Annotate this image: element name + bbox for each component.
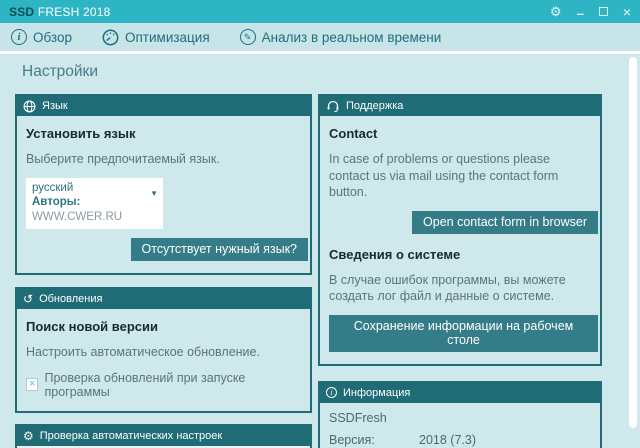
save-info-desktop-button[interactable]: Сохранение информации на рабочем столе [329,315,598,352]
vertical-scrollbar-thumb[interactable] [629,57,637,428]
app-brand: SSD [9,5,34,19]
version-label: Версия: [329,434,419,447]
language-dropdown-value: русский [32,181,145,196]
contact-text: In case of problems or questions please … [329,151,591,201]
support-panel: Поддержка Contact In case of problems or… [318,94,602,366]
pencil-circle-icon: ✎ [240,29,256,45]
language-description: Выберите предпочитаемый язык. [26,151,301,168]
system-info-text: В случае ошибок программы, вы можете соз… [329,272,591,305]
information-panel-title: Информация [343,387,410,399]
set-language-heading: Установить язык [26,126,301,141]
menu-label-realtime: Анализ в реальном времени [262,30,442,45]
headset-icon [326,99,340,113]
menu-label-overview: Обзор [33,30,72,45]
update-checkbox[interactable]: × [26,378,38,391]
updates-panel-title: Обновления [39,293,102,305]
maximize-button[interactable] [599,7,608,16]
menu-label-optimization: Оптимизация [125,30,210,45]
refresh-icon: ↺ [23,293,33,305]
window-controls: ⚙ – × [550,5,631,18]
menubar: i Обзор Оптимизация ✎ Анализ в реальном … [0,23,640,54]
close-button[interactable]: × [623,6,631,18]
updates-panel-header: ↺ Обновления [17,289,310,309]
menu-item-realtime-analysis[interactable]: ✎ Анализ в реальном времени [240,29,442,45]
minimize-button[interactable]: – [577,9,584,19]
settings-page: Настройки Язык [0,54,640,445]
information-panel-header: i Информация [320,383,600,403]
language-panel: Язык Установить язык Выберите предпочита… [15,94,312,275]
information-panel: i Информация SSDFresh Версия: 2018 (7.3)… [318,381,602,448]
autocheck-panel: ⚙ Проверка автоматических настроек Эта ф… [15,424,312,448]
updates-description: Настроить автоматическое обновление. [26,344,301,361]
autocheck-panel-header: ⚙ Проверка автоматических настроек [17,426,310,446]
version-value: 2018 (7.3) [419,434,476,447]
menu-item-overview[interactable]: i Обзор [11,29,72,45]
speedometer-icon [102,29,119,46]
chevron-down-icon: ▼ [150,189,158,199]
menu-item-optimization[interactable]: Оптимизация [102,29,210,46]
info-icon: i [326,387,337,398]
language-panel-title: Язык [42,100,68,112]
language-dropdown[interactable]: русский Авторы: WWW.CWER.RU ▼ [26,178,163,230]
contact-heading: Contact [329,126,591,141]
missing-language-button[interactable]: Отсутствует нужный язык? [131,238,308,261]
app-name-value: SSDFresh [329,411,591,425]
update-check-row: × Проверка обновлений при запуске програ… [26,371,301,399]
language-panel-header: Язык [17,96,310,116]
update-checkbox-label: Проверка обновлений при запуске программ… [44,371,301,399]
language-authors: Авторы: WWW.CWER.RU [32,195,145,225]
autocheck-panel-title: Проверка автоматических настроек [40,430,222,442]
support-panel-title: Поддержка [346,100,403,112]
titlebar: SSD FRESH 2018 ⚙ – × [0,0,640,23]
page-title: Настройки [22,63,640,81]
open-contact-form-button[interactable]: Open contact form in browser [412,211,598,234]
app-title-rest: FRESH 2018 [38,5,111,19]
gear-icon: ⚙ [23,430,34,442]
globe-icon [23,100,36,113]
version-row: Версия: 2018 (7.3) [329,434,591,447]
support-panel-header: Поддержка [320,96,600,116]
new-version-heading: Поиск новой версии [26,319,301,334]
window-title: SSD FRESH 2018 [9,5,111,19]
system-info-heading: Сведения о системе [329,247,591,262]
updates-panel: ↺ Обновления Поиск новой версии Настроит… [15,287,312,413]
info-circle-icon: i [11,29,27,45]
settings-gear-icon[interactable]: ⚙ [550,5,562,18]
app-window: SSD FRESH 2018 ⚙ – × i Обзор [0,0,640,448]
